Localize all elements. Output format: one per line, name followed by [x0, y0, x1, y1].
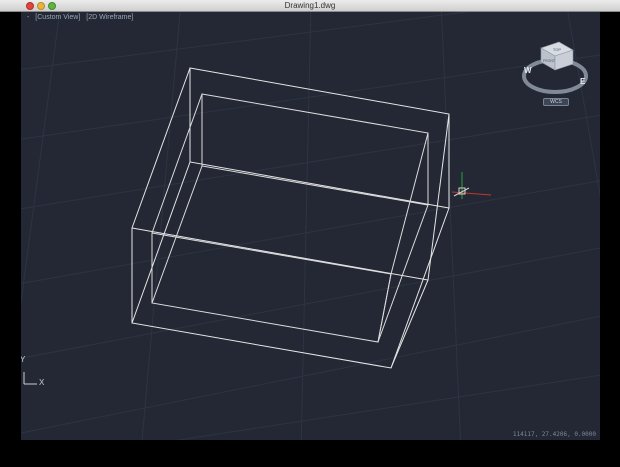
ucs-icon — [23, 372, 37, 385]
viewcube-top-label[interactable]: TOP — [553, 47, 561, 52]
wireframe-box-outer[interactable] — [131, 67, 450, 369]
view-mode-button[interactable]: [Custom View] — [35, 14, 80, 21]
grid-lines — [21, 12, 600, 440]
wcs-menu-button[interactable]: WCS — [543, 98, 569, 106]
viewcube[interactable]: TOP FRONT W E S — [519, 32, 591, 108]
ucs-y-label: Y — [21, 355, 26, 364]
app-window: Drawing1.dwg - [Custom View] [2D Wirefra… — [0, 0, 620, 467]
wireframe-box-inner[interactable] — [151, 93, 429, 343]
viewport-menu-button[interactable]: - — [27, 14, 29, 21]
title-bar: Drawing1.dwg — [0, 0, 620, 12]
compass-east-label[interactable]: E — [580, 77, 586, 86]
drawing-viewport[interactable]: - [Custom View] [2D Wireframe] TOP FRONT… — [21, 12, 600, 440]
visual-style-button[interactable]: [2D Wireframe] — [86, 14, 133, 21]
ucs-x-label: X — [39, 378, 45, 387]
window-title: Drawing1.dwg — [284, 1, 336, 10]
viewcube-front-label[interactable]: FRONT — [543, 59, 556, 63]
crosshair-cursor — [451, 172, 492, 199]
compass-west-label[interactable]: W — [524, 66, 532, 75]
cursor-coordinates: 114117, 27.4206, 0.0000 — [512, 431, 596, 438]
viewport-controls[interactable]: - [Custom View] [2D Wireframe] — [27, 13, 137, 23]
model-space-canvas[interactable] — [21, 12, 600, 440]
